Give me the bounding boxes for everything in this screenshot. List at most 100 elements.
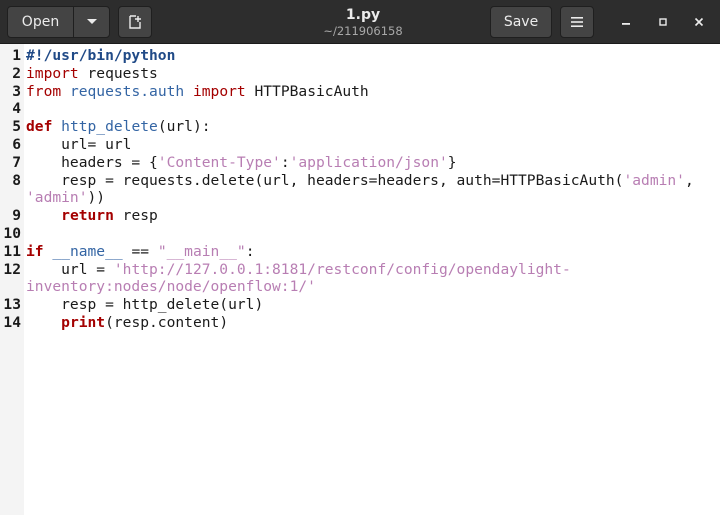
line-number: 14 xyxy=(3,313,21,331)
code-content: resp = http_delete(url) xyxy=(26,296,263,314)
code-token: return xyxy=(61,207,114,225)
code-token: print xyxy=(61,313,106,331)
line-number: 10 xyxy=(3,224,21,242)
code-token: def xyxy=(26,118,53,136)
open-button[interactable]: Open xyxy=(8,7,74,37)
code-line: 12 url = 'http://127.0.0.1:8181/restconf… xyxy=(0,261,720,279)
code-content: print(resp.content) xyxy=(26,314,228,332)
line-number: 9 xyxy=(12,207,21,225)
code-token: 'http://127.0.0.1:8181/restconf/config/o… xyxy=(113,260,571,278)
code-text-area[interactable]: 1 #!/usr/bin/python 2 import requests 3 from … xyxy=(0,47,720,332)
code-token: 'admin' xyxy=(623,171,685,189)
open-button-group: Open xyxy=(7,6,110,38)
code-token: resp = requests.delete(url, headers=head… xyxy=(26,171,624,189)
code-token: from xyxy=(26,82,62,100)
line-number: 5 xyxy=(12,118,21,136)
line-number: 4 xyxy=(12,100,21,118)
code-token: url= url xyxy=(26,135,132,153)
code-content: url= url xyxy=(26,136,131,154)
maximize-button[interactable] xyxy=(652,12,674,32)
line-number: 7 xyxy=(12,153,21,171)
code-line: 6 url= url xyxy=(0,136,720,154)
code-token: (resp.content) xyxy=(105,313,229,331)
open-menu-button[interactable] xyxy=(74,7,109,37)
code-line-wrap: 'admin')) xyxy=(0,189,720,207)
code-content: headers = {'Content-Type':'application/j… xyxy=(26,153,457,172)
line-number: 12 xyxy=(3,260,21,278)
code-line: 2 import requests xyxy=(0,65,720,83)
code-line: 9 return resp xyxy=(0,207,720,225)
maximize-icon xyxy=(659,18,667,26)
code-token: 'Content-Type' xyxy=(157,153,281,171)
code-line: 13 resp = http_delete(url) xyxy=(0,296,720,314)
code-line-wrap: inventory:nodes/node/openflow:1/' xyxy=(0,278,720,296)
code-token: if xyxy=(26,242,44,260)
code-token: 'admin' xyxy=(26,189,88,207)
code-token: inventory:nodes/node/openflow:1/' xyxy=(26,278,316,296)
window-subtitle: ~/211906158 xyxy=(323,24,403,38)
code-token: )) xyxy=(87,189,106,207)
line-number: 13 xyxy=(3,296,21,314)
code-token: resp = http_delete(url) xyxy=(26,296,264,314)
code-line: 3 from requests.auth import HTTPBasicAuth xyxy=(0,83,720,101)
line-number: 11 xyxy=(3,242,21,260)
line-number: 3 xyxy=(12,82,21,100)
code-line: 14 print(resp.content) xyxy=(0,314,720,332)
code-token: : xyxy=(280,153,290,171)
header-bar: Open 1.py ~/211906158 Save xyxy=(0,0,720,44)
code-content: return resp xyxy=(26,207,158,225)
code-token: requests xyxy=(78,64,158,82)
line-number: 8 xyxy=(12,171,21,189)
minimize-icon xyxy=(622,23,630,25)
code-token: import xyxy=(192,82,246,100)
new-document-icon xyxy=(129,15,141,29)
code-token: "__main__" xyxy=(157,242,246,260)
line-number: 1 xyxy=(12,47,21,64)
code-token: , xyxy=(684,171,694,189)
code-line: 7 headers = {'Content-Type':'application… xyxy=(0,154,720,172)
code-line: 8 resp = requests.delete(url, headers=he… xyxy=(0,172,720,190)
code-editor[interactable]: 1 #!/usr/bin/python 2 import requests 3 from … xyxy=(0,44,720,515)
code-token: 'application/json' xyxy=(289,153,448,171)
code-token: (url): xyxy=(157,118,211,136)
code-line: 1 #!/usr/bin/python xyxy=(0,47,720,65)
code-token: __name__ xyxy=(52,242,123,260)
close-icon xyxy=(694,17,704,27)
line-number: 2 xyxy=(12,64,21,82)
code-token: headers = { xyxy=(26,153,158,171)
chevron-down-icon xyxy=(86,19,97,24)
code-content: inventory:nodes/node/openflow:1/' xyxy=(26,278,316,296)
code-line: 5 def http_delete(url): xyxy=(0,118,720,136)
code-token: url = xyxy=(26,260,114,278)
code-content: def http_delete(url): xyxy=(26,118,211,136)
line-number xyxy=(0,189,26,207)
window-title: 1.py xyxy=(345,7,381,23)
code-line: 10 xyxy=(0,225,720,243)
save-button[interactable]: Save xyxy=(490,6,552,38)
code-token: HTTPBasicAuth xyxy=(245,82,369,100)
code-token: import xyxy=(26,64,79,82)
close-button[interactable] xyxy=(688,12,710,32)
new-document-button[interactable] xyxy=(118,6,152,38)
code-line: 11 if __name__ == "__main__": xyxy=(0,243,720,261)
code-content: url = 'http://127.0.0.1:8181/restconf/co… xyxy=(26,261,571,279)
code-token: } xyxy=(447,153,457,171)
code-content: if __name__ == "__main__": xyxy=(26,243,255,261)
code-content: resp = requests.delete(url, headers=head… xyxy=(26,172,694,190)
minimize-button[interactable] xyxy=(615,12,637,32)
code-content: 'admin')) xyxy=(26,189,105,207)
code-token: requests.auth xyxy=(69,82,185,100)
code-token: #!/usr/bin/python xyxy=(26,47,176,64)
code-token: : xyxy=(245,242,255,260)
code-line: 4 xyxy=(0,100,720,118)
menu-button[interactable] xyxy=(560,6,594,38)
code-content: from requests.auth import HTTPBasicAuth xyxy=(26,83,369,101)
line-number xyxy=(0,278,26,296)
code-token: http_delete xyxy=(61,118,158,136)
code-content: import requests xyxy=(26,65,158,83)
